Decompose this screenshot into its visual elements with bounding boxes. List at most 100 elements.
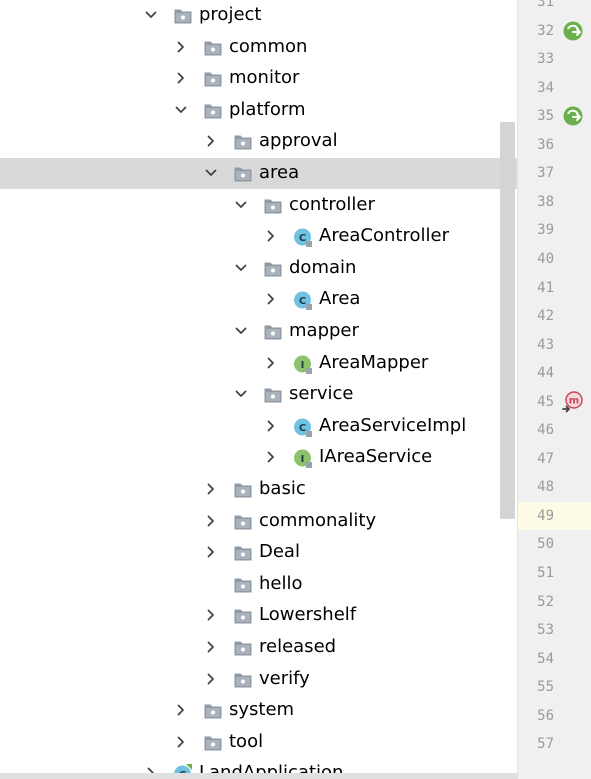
tree-row-label: approval: [259, 130, 338, 151]
svg-text:I: I: [301, 360, 305, 371]
spring-bean-run-icon[interactable]: [562, 105, 584, 127]
gutter-line[interactable]: 45 m: [518, 388, 591, 416]
tree-row-hello[interactable]: hello: [0, 569, 517, 600]
tree-row-deal[interactable]: Deal: [0, 537, 517, 568]
tree-row-approval[interactable]: approval: [0, 126, 517, 157]
tree-row-label: basic: [259, 478, 306, 499]
tree-row-project[interactable]: project: [0, 0, 517, 31]
gutter-line[interactable]: 55: [518, 673, 591, 701]
gutter-line[interactable]: 35: [518, 102, 591, 130]
chevron-right-icon[interactable]: [175, 704, 187, 716]
gutter-line[interactable]: 56: [518, 702, 591, 730]
tree-row-system[interactable]: system: [0, 695, 517, 726]
tree-vertical-scrollbar[interactable]: [500, 122, 515, 519]
tree-row-commonality[interactable]: commonality: [0, 506, 517, 537]
gutter-line[interactable]: 33: [518, 45, 591, 73]
tree-row-label: released: [259, 636, 337, 657]
gutter-line[interactable]: 50: [518, 530, 591, 558]
tree-row-mapper[interactable]: mapper: [0, 316, 517, 347]
gutter-line[interactable]: 36: [518, 131, 591, 159]
tree-row-domain[interactable]: domain: [0, 253, 517, 284]
gutter-line[interactable]: 54: [518, 645, 591, 673]
line-number: 49: [537, 508, 554, 524]
line-number: 34: [537, 80, 554, 96]
line-number: 56: [537, 708, 554, 724]
tree-row-label: Area: [319, 288, 361, 309]
spring-bean-run-icon[interactable]: [562, 20, 584, 42]
folder-icon: [233, 132, 253, 152]
chevron-right-icon[interactable]: [205, 546, 217, 558]
chevron-right-icon[interactable]: [175, 41, 187, 53]
tree-row-areamapper[interactable]: I AreaMapper: [0, 348, 517, 379]
tree-row-controller[interactable]: controller: [0, 190, 517, 221]
gutter-line[interactable]: 53: [518, 616, 591, 644]
gutter-line[interactable]: 52: [518, 588, 591, 616]
tree-row-platform[interactable]: platform: [0, 95, 517, 126]
line-number: 32: [537, 23, 554, 39]
gutter-line[interactable]: 57: [518, 730, 591, 758]
chevron-right-icon[interactable]: [265, 420, 277, 432]
tree-row-verify[interactable]: verify: [0, 664, 517, 695]
chevron-right-icon[interactable]: [175, 736, 187, 748]
gutter-line[interactable]: 47: [518, 445, 591, 473]
gutter-line[interactable]: 40: [518, 245, 591, 273]
chevron-down-icon[interactable]: [235, 199, 247, 211]
tree-row-areaserviceimpl[interactable]: C AreaServiceImpl: [0, 411, 517, 442]
class-icon: C: [293, 417, 313, 437]
chevron-down-icon[interactable]: [235, 388, 247, 400]
line-number: 45: [537, 394, 554, 410]
chevron-right-icon[interactable]: [265, 357, 277, 369]
tree-row-area[interactable]: area: [0, 158, 517, 189]
folder-icon: [173, 6, 193, 26]
gutter-line[interactable]: 37: [518, 159, 591, 187]
folder-icon: [263, 259, 283, 279]
gutter-line[interactable]: 38: [518, 188, 591, 216]
chevron-right-icon[interactable]: [265, 293, 277, 305]
gutter-line[interactable]: 48: [518, 473, 591, 501]
tree-row-areacontroller[interactable]: C AreaController: [0, 221, 517, 252]
chevron-down-icon[interactable]: [205, 167, 217, 179]
chevron-down-icon[interactable]: [235, 262, 247, 274]
chevron-right-icon[interactable]: [265, 451, 277, 463]
gutter-line[interactable]: 32: [518, 17, 591, 45]
chevron-right-icon[interactable]: [205, 483, 217, 495]
gutter-line[interactable]: 43: [518, 331, 591, 359]
folder-icon: [203, 701, 223, 721]
method-implementation-icon[interactable]: m: [562, 391, 584, 413]
tree-row-common[interactable]: common: [0, 32, 517, 63]
chevron-down-icon[interactable]: [175, 104, 187, 116]
chevron-right-icon[interactable]: [265, 230, 277, 242]
chevron-down-icon[interactable]: [145, 9, 157, 21]
chevron-right-icon[interactable]: [205, 609, 217, 621]
line-number: 39: [537, 222, 554, 238]
tree-row-label: AreaServiceImpl: [319, 415, 467, 436]
tree-row-basic[interactable]: basic: [0, 474, 517, 505]
gutter-line[interactable]: 46: [518, 416, 591, 444]
gutter-line[interactable]: 49: [518, 502, 591, 530]
tree-row-service[interactable]: service: [0, 379, 517, 410]
gutter-line[interactable]: 51: [518, 559, 591, 587]
tree-row-label: mapper: [289, 320, 359, 341]
chevron-right-icon[interactable]: [205, 135, 217, 147]
folder-icon: [233, 575, 253, 595]
chevron-right-icon[interactable]: [205, 641, 217, 653]
tree-row-iareaservice[interactable]: I IAreaService: [0, 442, 517, 473]
tree-row-tool[interactable]: tool: [0, 727, 517, 758]
ide-window: project common monitor platform approval area…: [0, 0, 591, 779]
chevron-down-icon[interactable]: [235, 325, 247, 337]
tree-row-monitor[interactable]: monitor: [0, 63, 517, 94]
gutter-line[interactable]: 31: [518, 0, 591, 16]
gutter-line[interactable]: 39: [518, 216, 591, 244]
line-number: 55: [537, 679, 554, 695]
tree-horizontal-scrollbar[interactable]: [0, 773, 517, 779]
tree-row-released[interactable]: released: [0, 632, 517, 663]
chevron-right-icon[interactable]: [205, 673, 217, 685]
tree-row-area[interactable]: C Area: [0, 284, 517, 315]
chevron-right-icon[interactable]: [175, 72, 187, 84]
gutter-line[interactable]: 41: [518, 274, 591, 302]
gutter-line[interactable]: 42: [518, 302, 591, 330]
gutter-line[interactable]: 34: [518, 74, 591, 102]
tree-row-lowershelf[interactable]: Lowershelf: [0, 600, 517, 631]
chevron-right-icon[interactable]: [205, 515, 217, 527]
gutter-line[interactable]: 44: [518, 359, 591, 387]
